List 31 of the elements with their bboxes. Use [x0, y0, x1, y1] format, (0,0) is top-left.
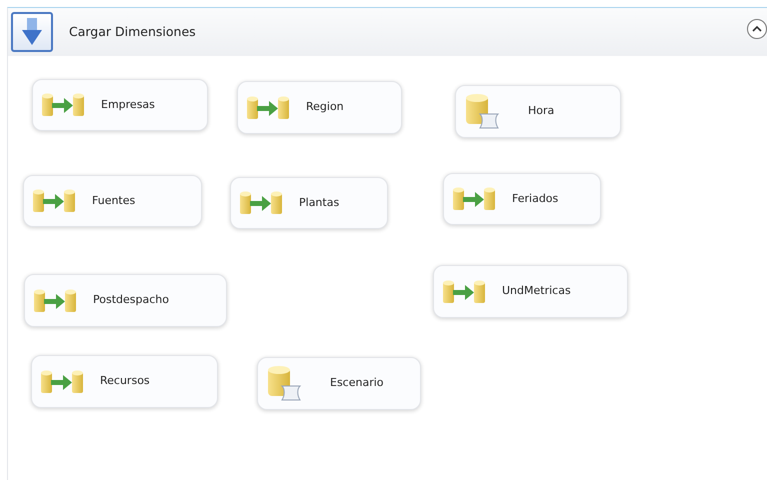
data-flow-icon — [41, 92, 85, 118]
data-flow-icon — [32, 188, 76, 214]
task-label: UndMetricas — [502, 283, 571, 300]
task-label: Region — [306, 99, 344, 116]
data-flow-icon — [246, 94, 290, 120]
sql-task-node[interactable]: Escenario — [257, 357, 421, 410]
data-flow-task-node[interactable]: Feriados — [443, 173, 601, 225]
task-label: Fuentes — [92, 192, 136, 209]
data-flow-icon — [40, 368, 84, 394]
task-label: Escenario — [330, 375, 384, 392]
chevron-up-icon — [752, 25, 762, 33]
task-label: Feriados — [512, 190, 558, 207]
data-flow-icon — [442, 278, 486, 304]
task-label: Empresas — [101, 96, 155, 113]
data-flow-icon — [33, 288, 77, 314]
data-flow-icon — [452, 186, 496, 212]
task-label: Plantas — [299, 194, 340, 211]
task-label: Postdespacho — [93, 292, 169, 308]
data-flow-task-node[interactable]: UndMetricas — [433, 265, 628, 318]
container-title: Cargar Dimensiones — [69, 22, 196, 41]
task-label: Recursos — [100, 373, 150, 390]
collapse-button[interactable] — [747, 19, 767, 39]
data-flow-task-node[interactable]: Postdespacho — [24, 274, 227, 327]
data-flow-task-node[interactable]: Region — [237, 81, 402, 134]
data-flow-icon — [239, 190, 283, 216]
data-flow-task-node[interactable]: Plantas — [230, 177, 388, 229]
data-flow-task-node[interactable]: Empresas — [32, 79, 208, 131]
data-flow-task-node[interactable]: Fuentes — [23, 175, 202, 227]
sql-task-node[interactable]: Hora — [455, 85, 621, 138]
data-flow-task-node[interactable]: Recursos — [31, 355, 218, 408]
task-label: Hora — [528, 103, 554, 120]
